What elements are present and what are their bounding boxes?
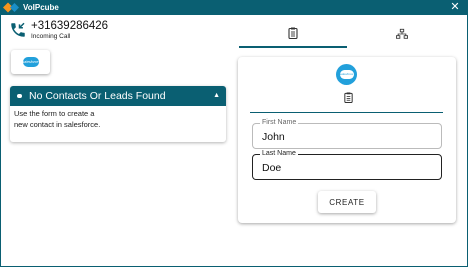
- close-icon[interactable]: ✕: [448, 0, 462, 15]
- caller-number: +31639286426: [31, 20, 109, 32]
- no-results-panel: No Contacts Or Leads Found ▲ Use the for…: [10, 86, 226, 142]
- title-bar: VoIPcube ✕: [0, 0, 468, 15]
- salesforce-logo: salesforce: [336, 64, 357, 85]
- clipboard-icon: [344, 92, 353, 103]
- no-results-message: Use the form to create a new contact in …: [10, 106, 226, 133]
- tab-create-form[interactable]: [239, 20, 347, 48]
- first-name-value[interactable]: John: [262, 131, 285, 143]
- no-results-header[interactable]: No Contacts Or Leads Found ▲: [10, 86, 226, 106]
- no-results-message-line: new contact in salesforce.: [14, 119, 101, 129]
- tab-hierarchy[interactable]: [348, 20, 456, 48]
- form-divider: [250, 112, 443, 113]
- no-results-message-line: Use the form to create a: [14, 109, 95, 118]
- first-name-label: First Name: [260, 119, 299, 127]
- collapse-icon[interactable]: ▲: [213, 90, 220, 102]
- salesforce-button[interactable]: salesforce: [11, 50, 50, 74]
- create-contact-form: salesforce First Name John Last Name Doe…: [238, 57, 456, 223]
- app-title: VoIPcube: [23, 3, 59, 12]
- clipboard-icon: [288, 27, 298, 39]
- last-name-label: Last Name: [260, 150, 298, 158]
- first-name-field[interactable]: First Name John: [252, 119, 442, 149]
- voipcube-logo-icon: [3, 2, 19, 13]
- no-results-title: No Contacts Or Leads Found: [29, 90, 166, 102]
- incoming-call-icon: [11, 22, 25, 37]
- salesforce-logo-text: salesforce: [339, 70, 354, 79]
- salesforce-icon: salesforce: [22, 57, 39, 67]
- bullet-icon: [17, 94, 22, 98]
- call-status: Incoming Call: [31, 33, 71, 40]
- create-button[interactable]: CREATE: [318, 191, 376, 213]
- last-name-field[interactable]: Last Name Doe: [252, 150, 442, 180]
- last-name-value[interactable]: Doe: [262, 162, 281, 174]
- hierarchy-icon: [396, 28, 408, 39]
